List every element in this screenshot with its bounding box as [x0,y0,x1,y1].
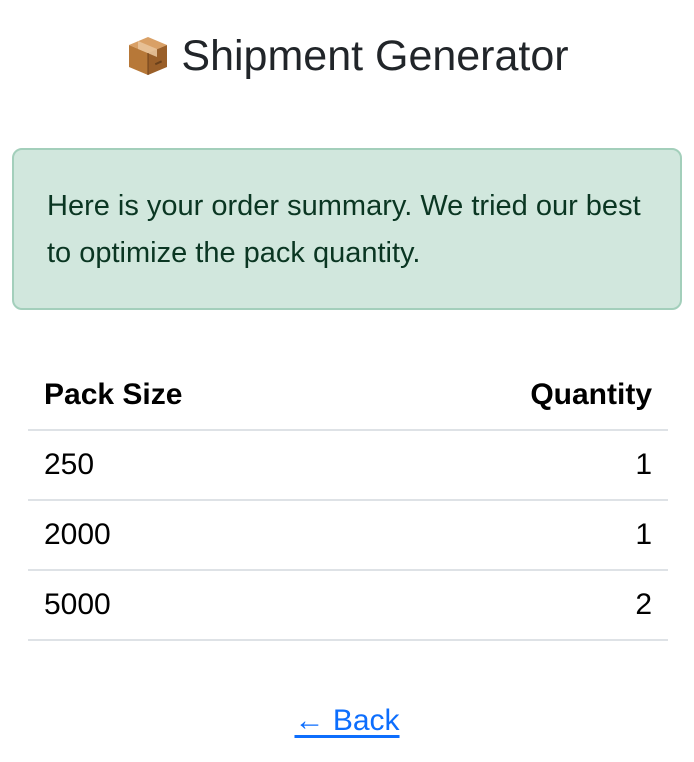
back-link[interactable]: ← Back [294,704,399,737]
quantity-cell: 2 [364,570,668,641]
alert-message: Here is your order summary. We tried our… [47,190,641,269]
page-title: Shipment Generator [181,32,569,80]
pack-size-cell: 5000 [28,570,365,641]
table-row: 2000 1 [28,500,668,571]
order-summary-alert: Here is your order summary. We tried our… [12,148,682,310]
page-header: Shipment Generator [0,24,694,88]
table-header-row: Pack Size Quantity [28,360,668,431]
quantity-cell: 1 [364,430,668,501]
pack-size-column-header: Pack Size [28,360,365,431]
table-row: 250 1 [28,430,668,501]
package-box-icon [129,37,168,75]
table-row: 5000 2 [28,570,668,641]
pack-quantity-table: Pack Size Quantity 250 1 2000 1 5000 2 [28,360,668,641]
back-link-container: ← Back [0,698,694,744]
pack-size-cell: 250 [28,430,365,501]
pack-size-cell: 2000 [28,500,365,571]
quantity-column-header: Quantity [364,360,668,431]
quantity-cell: 1 [364,500,668,571]
